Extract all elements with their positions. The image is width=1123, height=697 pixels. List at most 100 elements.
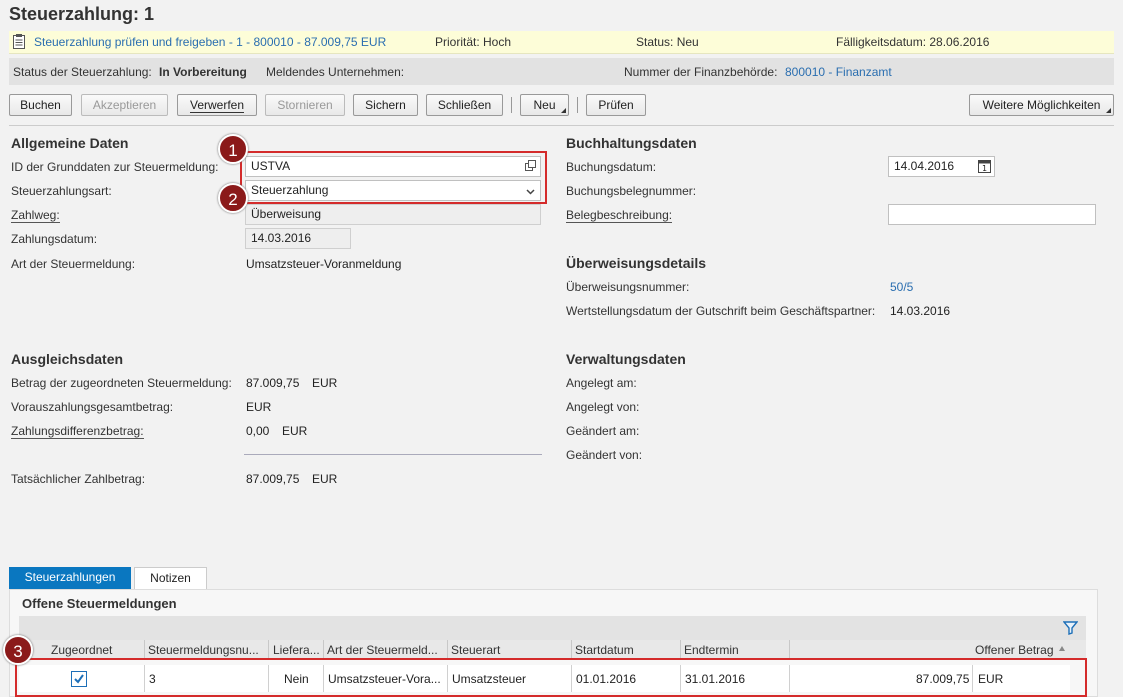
verwerfen-label: Verwerfen: [189, 98, 245, 113]
buchhaltungsdaten-heading: Buchhaltungsdaten: [566, 135, 697, 151]
weitere-moeglichkeiten-button[interactable]: Weitere Möglichkeiten: [969, 94, 1114, 116]
art-steuermeldung-label: Art der Steuermeldung:: [11, 257, 136, 271]
buchungsdatum-label: Buchungsdatum:: [566, 160, 657, 174]
offene-steuermeldungen-heading: Offene Steuermeldungen: [22, 596, 177, 611]
clipboard-icon: [13, 34, 25, 52]
belegbeschreibung-label: Belegbeschreibung:: [566, 208, 673, 223]
col-separator: [144, 640, 145, 660]
col-zugeordnet[interactable]: Zugeordnet: [51, 643, 112, 657]
col-art-steuermeldung[interactable]: Art der Steuermeld...: [327, 643, 438, 657]
akzeptieren-button[interactable]: Akzeptieren: [81, 94, 168, 116]
svg-text:1: 1: [982, 164, 987, 173]
zahlungsdifferenz-label-wrap: Zahlungsdifferenzbetrag:: [11, 424, 144, 439]
id-grunddaten-label: ID der Grunddaten zur Steuermeldung:: [11, 160, 219, 174]
tab-steuerzahlungen[interactable]: Steuerzahlungen: [9, 567, 131, 589]
sichern-button[interactable]: Sichern: [353, 94, 418, 116]
weitere-label: Weitere Möglichkeiten: [982, 98, 1101, 112]
allgemeine-daten-heading: Allgemeine Daten: [11, 135, 129, 151]
annotation-badge-2: 2: [218, 183, 248, 213]
buchungsbelegnummer-label: Buchungsbelegnummer:: [566, 184, 697, 198]
company-label: Meldendes Unternehmen:: [266, 65, 405, 79]
status-text: Status: Neu: [636, 35, 699, 49]
belegbeschreibung-label-wrap: Belegbeschreibung:: [566, 208, 673, 223]
pruefen-button[interactable]: Prüfen: [586, 94, 646, 116]
betrag-value: 87.009,75: [246, 376, 300, 390]
col-steuerart[interactable]: Steuerart: [451, 643, 500, 657]
page-title: Steuerzahlung: 1: [9, 4, 155, 24]
tab-notizen[interactable]: Notizen: [134, 567, 207, 589]
zahlungsdatum-field: 14.03.2016: [245, 228, 351, 249]
ueberweisungsnummer-label: Überweisungsnummer:: [566, 280, 690, 294]
verwaltungsdaten-heading: Verwaltungsdaten: [566, 351, 686, 367]
schliessen-button[interactable]: Schließen: [426, 94, 503, 116]
buchen-button[interactable]: Buchen: [9, 94, 72, 116]
status-header: Status der Steuerzahlung: In Vorbereitun…: [9, 58, 1114, 85]
col-separator: [447, 640, 448, 660]
filter-icon[interactable]: [1062, 620, 1079, 638]
ueberweisungsnummer-link[interactable]: 50/5: [890, 280, 913, 294]
authority-link[interactable]: 800010 - Finanzamt: [785, 65, 892, 79]
tatsaechlicher-zahlbetrag-currency: EUR: [312, 472, 338, 486]
neu-button[interactable]: Neu: [520, 94, 569, 116]
zahlungsdifferenz-currency: EUR: [282, 424, 308, 438]
col-lieferant[interactable]: Liefera...: [273, 643, 320, 657]
zahlweg-value: Überweisung: [251, 207, 322, 221]
col-steuermeldungsnummer[interactable]: Steuermeldungsnu...: [148, 643, 259, 657]
annotation-badge-3: 3: [3, 635, 33, 665]
zahlungsdatum-value: 14.03.2016: [251, 231, 312, 245]
status-label: Status der Steuerzahlung:: [13, 65, 152, 79]
dropdown-corner-icon: [561, 108, 566, 113]
neu-label: Neu: [533, 98, 556, 112]
art-steuermeldung-value: Umsatzsteuer-Voranmeldung: [246, 257, 402, 271]
col-separator: [268, 640, 269, 660]
ueberweisungsdetails-heading: Überweisungsdetails: [566, 255, 707, 271]
vorauszahlung-label: Vorauszahlungsgesamtbetrag:: [11, 400, 174, 414]
verwerfen-button[interactable]: Verwerfen: [177, 94, 257, 116]
status-value: In Vorbereitung: [159, 65, 247, 79]
col-separator: [680, 640, 681, 660]
priority-text: Priorität: Hoch: [435, 35, 512, 49]
sort-ascending-icon: [1059, 646, 1065, 651]
toolbar-separator: [511, 97, 512, 113]
stornieren-button[interactable]: Stornieren: [265, 94, 345, 116]
buchungsdatum-input[interactable]: 14.04.2016 1: [888, 156, 995, 177]
annotation-badge-1: 1: [218, 134, 248, 164]
task-link[interactable]: Steuerzahlung prüfen und freigeben - 1 -…: [34, 35, 386, 49]
col-separator: [789, 640, 790, 660]
ausgleichsdaten-heading: Ausgleichsdaten: [11, 351, 124, 367]
vorauszahlung-currency: EUR: [246, 400, 272, 414]
belegbeschreibung-input[interactable]: [888, 204, 1096, 225]
buchungsdatum-value: 14.04.2016: [894, 159, 955, 173]
zahlungsdifferenz-value: 0,00: [246, 424, 270, 438]
col-separator: [571, 640, 572, 660]
sum-divider: [244, 454, 542, 455]
table-toolbar: [19, 616, 1086, 640]
dropdown-corner-icon: [1106, 108, 1111, 113]
col-startdatum[interactable]: Startdatum: [575, 643, 634, 657]
tatsaechlicher-zahlbetrag-value: 87.009,75: [246, 472, 300, 486]
annotation-box-3: [15, 658, 1087, 697]
due-date-text: Fälligkeitsdatum: 28.06.2016: [836, 35, 990, 49]
geaendert-von-label: Geändert von:: [566, 448, 643, 462]
steuerzahlungsart-label: Steuerzahlungsart:: [11, 184, 112, 198]
betrag-currency: EUR: [312, 376, 338, 390]
col-endtermin[interactable]: Endtermin: [684, 643, 739, 657]
table-header: Zugeordnet Steuermeldungsnu... Liefera..…: [19, 640, 1086, 660]
zahlweg-label-wrap: Zahlweg:: [11, 208, 60, 223]
task-notice-bar: Steuerzahlung prüfen und freigeben - 1 -…: [9, 31, 1114, 54]
geaendert-am-label: Geändert am:: [566, 424, 640, 438]
calendar-icon[interactable]: 1: [978, 159, 991, 176]
angelegt-am-label: Angelegt am:: [566, 376, 637, 390]
zahlungsdatum-label: Zahlungsdatum:: [11, 232, 98, 246]
toolbar-separator: [577, 97, 578, 113]
wertstellungsdatum-label: Wertstellungsdatum der Gutschrift beim G…: [566, 304, 876, 318]
col-separator: [323, 640, 324, 660]
zahlungsdifferenz-label: Zahlungsdifferenzbetrag:: [11, 424, 144, 439]
annotation-box-1: [240, 151, 547, 204]
col-offener-betrag[interactable]: Offener Betrag: [975, 643, 1054, 657]
betrag-label: Betrag der zugeordneten Steuermeldung:: [11, 376, 232, 390]
toolbar-divider: [9, 125, 1114, 126]
zahlweg-label: Zahlweg:: [11, 208, 60, 223]
zahlweg-field: Überweisung: [245, 204, 541, 225]
wertstellungsdatum-value: 14.03.2016: [890, 304, 951, 318]
